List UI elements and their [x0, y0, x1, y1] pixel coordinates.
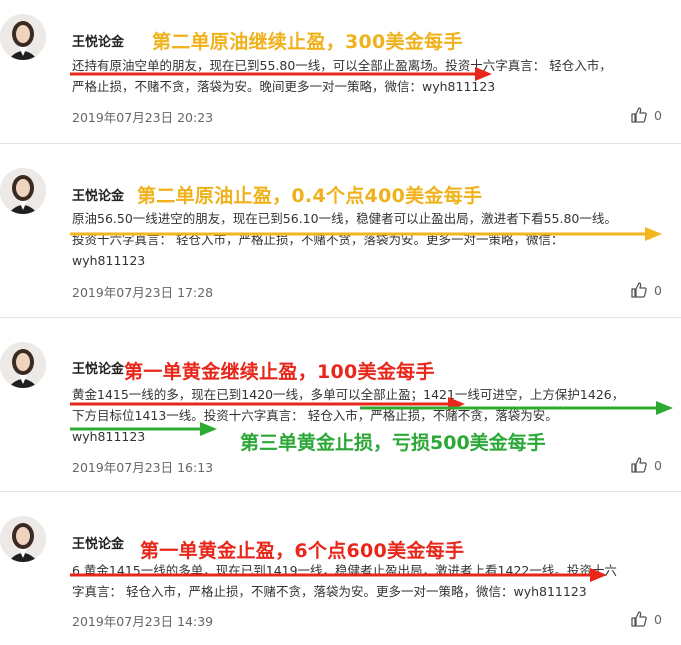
post-date: 2019年07月23日 16:13	[72, 460, 214, 475]
author-name[interactable]: 王悦论金	[72, 185, 124, 204]
post-headline: 第二单原油继续止盈，300美金每手	[152, 31, 463, 53]
thumbs-up-icon	[631, 611, 647, 627]
red-arrow	[70, 568, 607, 582]
author-name[interactable]: 王悦论金	[72, 533, 124, 552]
avatar[interactable]	[0, 516, 46, 562]
divider	[0, 491, 681, 492]
post-headline: 第一单黄金止盈，6个点600美金每手	[140, 540, 465, 562]
thumbs-up-icon	[631, 107, 647, 123]
avatar[interactable]	[0, 342, 46, 388]
body-line: 字真言： 轻仓入市，严格止损，不赌不贪，落袋为安。更多一对一策略，微信：wyh8…	[72, 584, 587, 599]
post-date: 2019年07月23日 17:28	[72, 285, 214, 300]
body-line: wyh811123	[72, 253, 146, 268]
post-headline: 第一单黄金继续止盈，100美金每手	[124, 361, 435, 383]
author-name[interactable]: 王悦论金	[72, 358, 124, 377]
yellow-arrow	[70, 227, 662, 241]
thumbs-up-icon	[631, 282, 647, 298]
like-count: 0	[654, 458, 662, 473]
divider	[0, 317, 681, 318]
divider	[0, 143, 681, 144]
red-arrow	[70, 67, 492, 81]
post-date: 2019年07月23日 14:39	[72, 614, 214, 629]
like-count: 0	[654, 108, 662, 123]
avatar[interactable]	[0, 168, 46, 214]
like-count: 0	[654, 283, 662, 298]
green-arrow	[70, 422, 217, 436]
like-count: 0	[654, 612, 662, 627]
post-date: 2019年07月23日 20:23	[72, 110, 214, 125]
thumbs-up-icon	[631, 457, 647, 473]
loss-annotation: 第三单黄金止损，亏损500美金每手	[240, 432, 546, 454]
green-arrow	[360, 401, 673, 415]
avatar[interactable]	[0, 14, 46, 60]
post-headline: 第二单原油止盈，0.4个点400美金每手	[137, 185, 483, 207]
author-name[interactable]: 王悦论金	[72, 31, 124, 50]
